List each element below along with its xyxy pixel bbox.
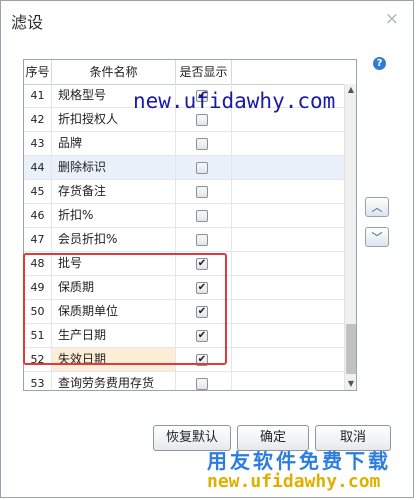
checkbox-unchecked[interactable] [196,114,208,126]
show-cell [176,372,232,390]
scroll-thumb[interactable] [346,324,356,374]
checkbox-unchecked[interactable] [196,234,208,246]
checkbox-unchecked[interactable] [196,138,208,150]
row-number: 52 [24,348,52,371]
empty-cell [232,132,344,155]
header-name: 条件名称 [52,60,176,84]
filter-settings-dialog: 滤设 × ? 序号 条件名称 是否显示 41 规格型号 ✔ 42 折扣授权人 43 品牌 44… [0,0,414,498]
condition-name[interactable]: 折扣% [52,204,176,227]
show-cell: ✔ [176,276,232,299]
watermark-url-bottom: new.ufidawhy.com [207,471,381,492]
condition-name[interactable]: 失效日期 [52,348,176,371]
empty-cell [232,180,344,203]
condition-name[interactable]: 品牌 [52,132,176,155]
table-row[interactable]: 44 删除标识 [24,156,344,180]
condition-name[interactable]: 查询劳务费用存货 [52,372,176,390]
checkbox-checked[interactable]: ✔ [196,330,208,342]
checkbox-unchecked[interactable] [196,378,208,390]
checkbox-checked[interactable]: ✔ [196,258,208,270]
show-cell: ✔ [176,324,232,347]
show-cell: ✔ [176,252,232,275]
dialog-title: 滤设 [11,13,44,32]
empty-cell [232,324,344,347]
condition-name[interactable]: 保质期 [52,276,176,299]
empty-cell [232,156,344,179]
close-icon[interactable]: × [385,9,399,29]
table-row[interactable]: 52 失效日期 ✔ [24,348,344,372]
show-cell [176,180,232,203]
scroll-down-icon[interactable]: ▼ [345,378,356,390]
condition-name[interactable]: 批号 [52,252,176,275]
chevron-up-icon: ︿ [371,201,383,214]
condition-name[interactable]: 保质期单位 [52,300,176,323]
row-number: 50 [24,300,52,323]
row-number: 45 [24,180,52,203]
table-row[interactable]: 43 品牌 [24,132,344,156]
show-cell [176,204,232,227]
row-number: 51 [24,324,52,347]
table-row[interactable]: 45 存货备注 [24,180,344,204]
show-cell: ✔ [176,300,232,323]
row-number: 41 [24,84,52,107]
row-number: 47 [24,228,52,251]
checkbox-checked[interactable]: ✔ [196,282,208,294]
title-bar: 滤设 × [1,1,413,37]
grid-rows: 41 规格型号 ✔ 42 折扣授权人 43 品牌 44 删除标识 45 存货备注 46 折扣% 47 会员折… [24,84,344,390]
show-cell [176,156,232,179]
header-no: 序号 [24,60,52,84]
empty-cell [232,252,344,275]
row-number: 44 [24,156,52,179]
checkbox-checked[interactable]: ✔ [196,354,208,366]
table-row[interactable]: 47 会员折扣% [24,228,344,252]
row-number: 53 [24,372,52,390]
empty-cell [232,204,344,227]
row-number: 43 [24,132,52,155]
checkbox-unchecked[interactable] [196,162,208,174]
table-row[interactable]: 51 生产日期 ✔ [24,324,344,348]
empty-cell [232,276,344,299]
row-number: 42 [24,108,52,131]
condition-name[interactable]: 存货备注 [52,180,176,203]
row-number: 48 [24,252,52,275]
condition-name[interactable]: 生产日期 [52,324,176,347]
condition-name[interactable]: 删除标识 [52,156,176,179]
condition-name[interactable]: 会员折扣% [52,228,176,251]
table-row[interactable]: 50 保质期单位 ✔ [24,300,344,324]
empty-cell [232,348,344,371]
header-show: 是否显示 [176,60,232,84]
chevron-down-icon: ﹀ [371,231,383,244]
table-row[interactable]: 49 保质期 ✔ [24,276,344,300]
scroll-up-icon[interactable]: ▲ [345,84,356,96]
show-cell: ✔ [176,348,232,371]
help-icon[interactable]: ? [373,57,386,70]
checkbox-unchecked[interactable] [196,186,208,198]
show-cell [176,132,232,155]
table-row[interactable]: 48 批号 ✔ [24,252,344,276]
checkbox-unchecked[interactable] [196,210,208,222]
table-row[interactable]: 46 折扣% [24,204,344,228]
vertical-scrollbar[interactable]: ▲ ▼ [344,84,356,390]
show-cell [176,228,232,251]
move-up-button[interactable]: ︿ [365,197,389,217]
move-down-button[interactable]: ﹀ [365,227,389,247]
watermark-url-top: new.ufidawhy.com [133,89,336,113]
empty-cell [232,228,344,251]
checkbox-checked[interactable]: ✔ [196,306,208,318]
watermark-cn-bottom: 用友软件免费下载 [207,449,391,473]
grid-header: 序号 条件名称 是否显示 [24,60,356,85]
row-number: 49 [24,276,52,299]
empty-cell [232,300,344,323]
table-row[interactable]: 53 查询劳务费用存货 [24,372,344,390]
row-number: 46 [24,204,52,227]
empty-cell [232,372,344,390]
